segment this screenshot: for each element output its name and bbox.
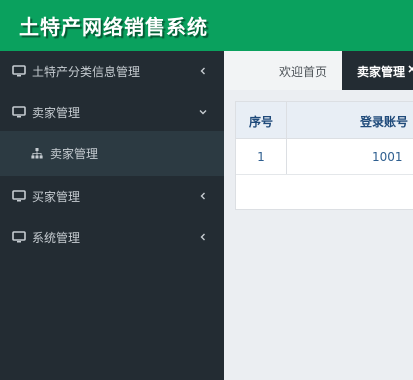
app-header: 土特产网络销售系统 (0, 0, 413, 51)
sidebar-submenu-seller: 卖家管理 (0, 131, 224, 176)
sidebar-item-seller[interactable]: 卖家管理 (0, 92, 224, 133)
sidebar-item-system[interactable]: 系统管理 (0, 217, 224, 258)
chevron-left-icon (200, 233, 205, 241)
monitor-icon (12, 231, 26, 243)
tab-label: 卖家管理 (357, 65, 406, 79)
sidebar-item-label: 买家管理 (32, 190, 81, 204)
cell-index: 1 (257, 150, 265, 164)
table-row[interactable]: 1 1001 (236, 139, 413, 175)
sidebar-item-label: 土特产分类信息管理 (32, 65, 141, 79)
table-header-row: 序号 登录账号 (236, 102, 413, 139)
sidebar-item-buyer[interactable]: 买家管理 (0, 176, 224, 217)
column-divider (286, 102, 287, 174)
monitor-icon (12, 106, 26, 118)
monitor-icon (12, 190, 26, 202)
monitor-icon (12, 65, 26, 77)
sidebar-item-specialty-category[interactable]: 土特产分类信息管理 (0, 51, 224, 92)
main-content: 序号 登录账号 1 1001 (224, 90, 413, 380)
data-table: 序号 登录账号 1 1001 (235, 101, 413, 210)
sidebar-subitem-seller-management[interactable]: 卖家管理 (0, 131, 224, 176)
chevron-down-icon (199, 110, 207, 115)
sidebar: 土特产分类信息管理 卖家管理 卖家管理 买家管理 系统管理 (0, 51, 224, 380)
close-icon[interactable] (408, 65, 413, 73)
sidebar-item-label: 系统管理 (32, 231, 81, 245)
tab-seller-management[interactable]: 卖家管理 (342, 51, 413, 90)
tab-welcome-home[interactable]: 欢迎首页 (224, 51, 342, 90)
column-header-account[interactable]: 登录账号 (360, 113, 408, 130)
chevron-left-icon (200, 192, 205, 200)
tab-bar: 欢迎首页 卖家管理 (224, 51, 413, 91)
sitemap-icon (31, 148, 43, 159)
sidebar-subitem-label: 卖家管理 (50, 147, 99, 161)
sidebar-item-label: 卖家管理 (32, 106, 81, 120)
app-title: 土特产网络销售系统 (19, 15, 208, 39)
column-header-index[interactable]: 序号 (236, 113, 286, 130)
tab-label: 欢迎首页 (279, 65, 328, 79)
chevron-left-icon (200, 67, 205, 75)
cell-account: 1001 (372, 150, 403, 164)
